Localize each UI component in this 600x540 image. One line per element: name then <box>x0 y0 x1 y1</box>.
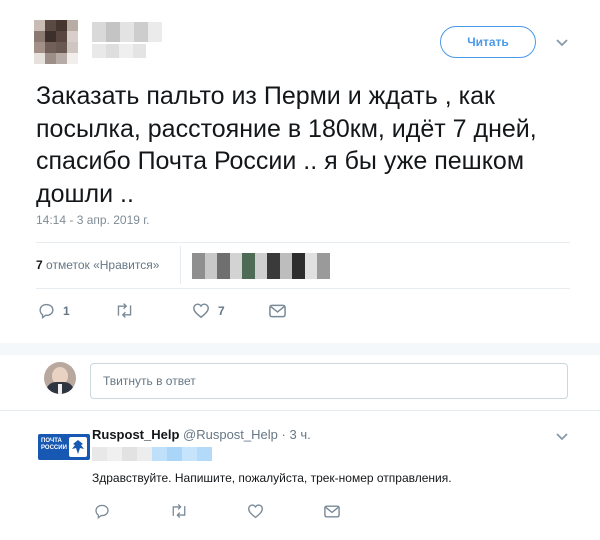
like-count: 7 <box>218 303 225 318</box>
logo-text-2: РОССИИ <box>41 445 67 451</box>
reply-icon <box>38 302 55 319</box>
envelope-icon <box>269 304 286 318</box>
reply-count: 1 <box>63 303 70 318</box>
retweet-icon <box>170 503 188 519</box>
reply-separator: · <box>281 427 286 442</box>
like-action[interactable]: 7 <box>192 302 225 319</box>
reply-header[interactable]: Ruspost_Help @Ruspost_Help · 3 ч. <box>92 427 311 442</box>
section-separator <box>0 343 600 355</box>
message-action[interactable] <box>324 505 340 518</box>
reply-input[interactable]: Твитнуть в ответ <box>90 363 568 399</box>
follow-button-label: Читать <box>467 35 509 49</box>
divider <box>36 288 570 289</box>
heart-icon <box>247 503 264 519</box>
eagle-icon <box>69 437 87 457</box>
divider <box>0 410 600 411</box>
reply-author-handle[interactable]: @Ruspost_Help <box>183 427 278 442</box>
tweet-text: Заказать пальто из Перми и ждать , как п… <box>36 82 537 208</box>
author-name[interactable] <box>92 22 162 42</box>
likers-avatars[interactable] <box>192 253 330 279</box>
envelope-icon <box>324 505 340 518</box>
reply-action[interactable] <box>94 503 110 519</box>
chevron-down-icon[interactable] <box>554 34 570 50</box>
retweet-icon <box>115 302 134 319</box>
logo-text-1: ПОЧТА <box>41 438 62 444</box>
tweet-timestamp[interactable]: 14:14 - 3 апр. 2019 г. <box>36 213 150 227</box>
current-user-avatar[interactable] <box>44 362 76 394</box>
reply-text: Здравствуйте. Напишите, пожалуйста, трек… <box>92 471 452 485</box>
reply-action[interactable]: 1 <box>38 302 70 319</box>
reply-input-placeholder: Твитнуть в ответ <box>103 374 196 388</box>
divider <box>180 246 181 284</box>
retweet-action[interactable] <box>170 503 188 519</box>
like-action[interactable] <box>247 503 264 519</box>
follow-button[interactable]: Читать <box>440 26 536 58</box>
chevron-down-icon[interactable] <box>554 428 570 444</box>
reply-author-name[interactable]: Ruspost_Help <box>92 427 179 442</box>
heart-icon <box>192 302 210 319</box>
divider <box>36 242 570 243</box>
ruspost-avatar[interactable]: ПОЧТА РОССИИ <box>38 434 90 460</box>
likes-count: 7 <box>36 258 43 272</box>
reply-time[interactable]: 3 ч. <box>289 427 310 442</box>
likes-label: отметок «Нравится» <box>46 258 160 272</box>
author-handle[interactable] <box>92 44 146 58</box>
retweet-action[interactable] <box>115 302 134 319</box>
replying-to[interactable] <box>92 447 212 461</box>
reply-icon <box>94 503 110 519</box>
likes-summary[interactable]: 7 отметок «Нравится» <box>36 258 159 272</box>
message-action[interactable] <box>269 304 286 318</box>
author-avatar[interactable] <box>34 20 78 64</box>
